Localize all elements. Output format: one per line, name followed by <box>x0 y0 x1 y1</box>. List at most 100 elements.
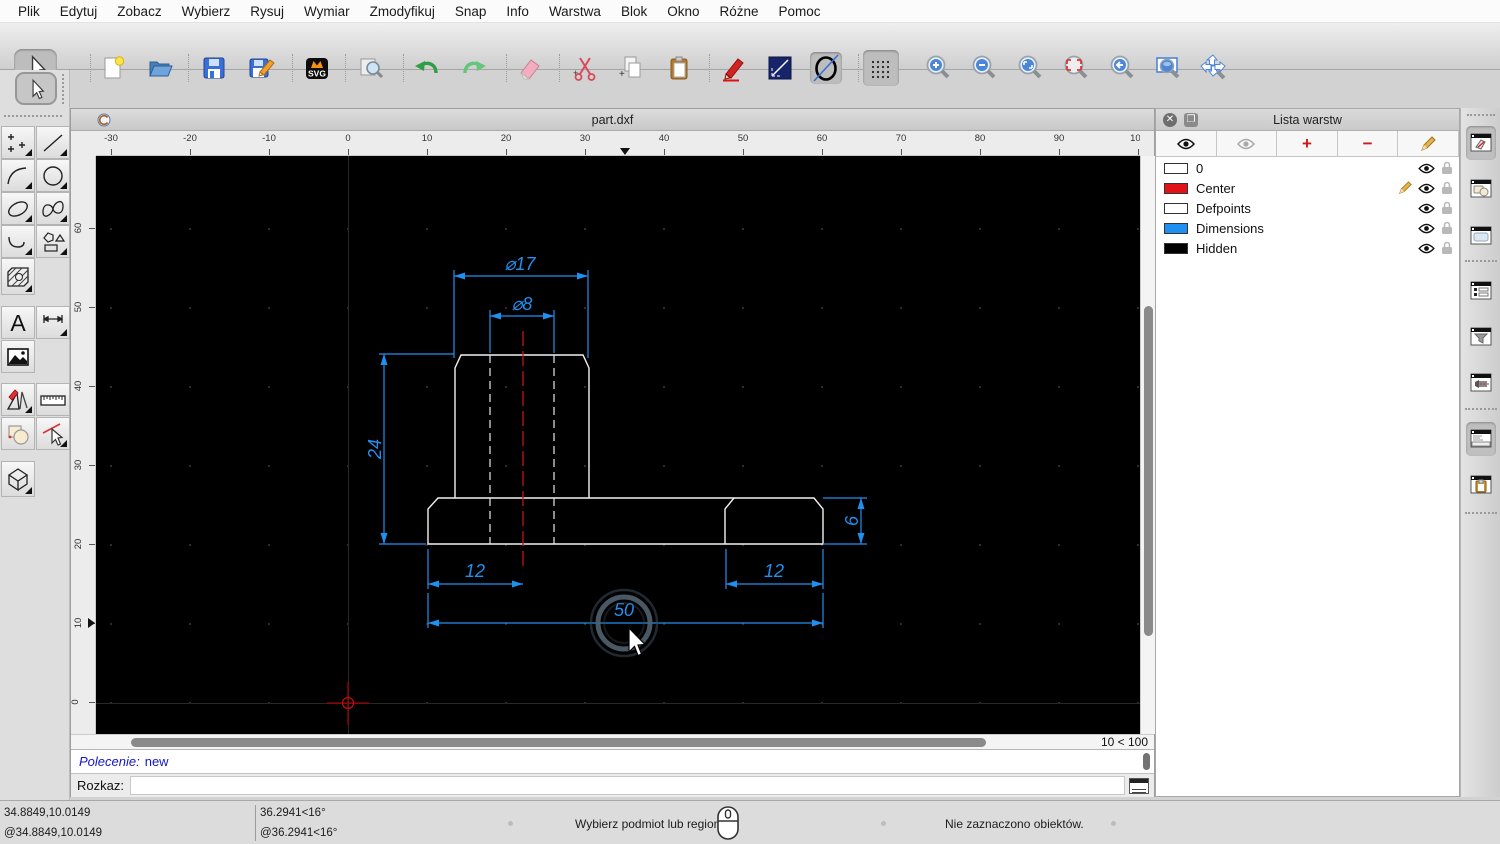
zoom-out-button[interactable] <box>968 52 1000 84</box>
circle-tool-button[interactable] <box>36 159 70 192</box>
zoom-in-button[interactable] <box>922 52 954 84</box>
zoom-redraw-button[interactable] <box>1060 52 1092 84</box>
layer-color-swatch[interactable] <box>1164 163 1188 174</box>
line-tool-button[interactable] <box>764 52 796 84</box>
delete-select-tool-button[interactable] <box>36 417 70 450</box>
layer-visible-icon[interactable] <box>1418 163 1435 174</box>
command-history-scrollbar[interactable] <box>1143 753 1150 770</box>
hide-all-layers-button[interactable] <box>1217 131 1278 157</box>
blocks-tool-button[interactable] <box>1 417 35 450</box>
polygon-tool-button[interactable] <box>36 225 70 258</box>
menu-edytuj[interactable]: Edytuj <box>50 0 108 23</box>
palette-handle[interactable] <box>4 115 62 117</box>
layer-row-defpoints[interactable]: Defpoints <box>1156 198 1459 218</box>
menu-snap[interactable]: Snap <box>445 0 497 23</box>
layer-row-center[interactable]: Center <box>1156 178 1459 198</box>
menu-warstwa[interactable]: Warstwa <box>539 0 611 23</box>
delete-button[interactable] <box>513 52 545 84</box>
undock-icon[interactable]: ❐ <box>1184 113 1198 127</box>
save-as-button[interactable] <box>245 52 277 84</box>
line-tool-button[interactable] <box>36 126 70 159</box>
layer-row-0[interactable]: 0 <box>1156 158 1459 178</box>
command-options-dock-button[interactable] <box>1466 274 1496 308</box>
open-file-button[interactable] <box>144 52 176 84</box>
polyline-tool-button[interactable] <box>1 225 35 258</box>
layer-visible-icon[interactable] <box>1418 183 1435 194</box>
layer-visible-icon[interactable] <box>1418 243 1435 254</box>
layer-visible-icon[interactable] <box>1418 223 1435 234</box>
dimension-tool-button[interactable] <box>36 306 70 339</box>
arc-tool-button[interactable] <box>1 159 35 192</box>
dock-handle[interactable] <box>1467 114 1495 116</box>
edit-layer-button[interactable] <box>1398 131 1459 157</box>
menu-wymiar[interactable]: Wymiar <box>294 0 360 23</box>
view3d-tool-button[interactable] <box>1 461 35 497</box>
pen-palette-dock-button[interactable] <box>1466 366 1496 400</box>
command-input[interactable] <box>130 776 1125 795</box>
layer-color-swatch[interactable] <box>1164 183 1188 194</box>
ellipse-tool-button[interactable] <box>810 52 842 84</box>
command-line-dock-button[interactable] <box>1466 422 1496 456</box>
layer-color-swatch[interactable] <box>1164 223 1188 234</box>
redo-button[interactable] <box>458 52 490 84</box>
layer-lock-icon[interactable] <box>1441 161 1453 175</box>
menu-rozne[interactable]: Różne <box>710 0 769 23</box>
print-preview-button[interactable] <box>355 52 387 84</box>
menu-pomoc[interactable]: Pomoc <box>769 0 831 23</box>
cut-button[interactable]: + <box>569 52 601 84</box>
clipboard-dock-button[interactable] <box>1466 468 1496 502</box>
zoom-previous-button[interactable] <box>1106 52 1138 84</box>
layer-row-hidden[interactable]: Hidden <box>1156 238 1459 258</box>
command-window-toggle-button[interactable] <box>1129 778 1149 794</box>
layer-list-dock-button[interactable] <box>1466 126 1496 160</box>
drawing-canvas[interactable]: ⌀17 ⌀8 24 6 12 12 50 <box>96 156 1140 734</box>
copy-button[interactable]: + <box>616 52 648 84</box>
vertical-scrollbar[interactable] <box>1140 156 1156 734</box>
image-tool-button[interactable] <box>1 340 35 373</box>
layer-lock-icon[interactable] <box>1441 181 1453 195</box>
layer-row-dimensions[interactable]: Dimensions <box>1156 218 1459 238</box>
paste-button[interactable] <box>663 52 695 84</box>
menu-wybierz[interactable]: Wybierz <box>172 0 241 23</box>
layer-visible-icon[interactable] <box>1418 203 1435 214</box>
zoom-pan-button[interactable] <box>1198 52 1230 84</box>
menu-zmodyfikuj[interactable]: Zmodyfikuj <box>360 0 445 23</box>
palette-select-button[interactable] <box>15 72 57 105</box>
modify-tool-button[interactable] <box>1 383 35 416</box>
pen-button[interactable] <box>717 52 749 84</box>
filter-dock-button[interactable] <box>1466 320 1496 354</box>
points-tool-button[interactable] <box>1 126 35 159</box>
text-tool-button[interactable]: A <box>1 306 35 339</box>
library-browser-dock-button[interactable] <box>1466 219 1496 253</box>
zoom-auto-button[interactable] <box>1014 52 1046 84</box>
layer-lock-icon[interactable] <box>1441 221 1453 235</box>
show-all-layers-button[interactable] <box>1156 131 1217 157</box>
vertical-scrollbar-thumb[interactable] <box>1144 306 1153 636</box>
horizontal-scrollbar-thumb[interactable] <box>131 738 986 747</box>
save-button[interactable] <box>198 52 230 84</box>
menu-blok[interactable]: Blok <box>611 0 657 23</box>
undo-button[interactable] <box>411 52 443 84</box>
ellipse-tool-button[interactable] <box>1 192 35 225</box>
zoom-window-button[interactable] <box>1152 52 1184 84</box>
menu-okno[interactable]: Okno <box>657 0 709 23</box>
menu-info[interactable]: Info <box>496 0 539 23</box>
remove-layer-button[interactable]: − <box>1338 131 1399 157</box>
layer-lock-icon[interactable] <box>1441 201 1453 215</box>
layer-lock-icon[interactable] <box>1441 241 1453 255</box>
grid-toggle-button[interactable] <box>863 50 899 86</box>
horizontal-scrollbar[interactable]: 10 < 100 <box>71 734 1154 749</box>
menu-rysuj[interactable]: Rysuj <box>240 0 294 23</box>
layer-color-swatch[interactable] <box>1164 243 1188 254</box>
add-layer-button[interactable]: + <box>1277 131 1338 157</box>
menu-zobacz[interactable]: Zobacz <box>107 0 171 23</box>
new-document-button[interactable] <box>97 52 129 84</box>
layer-color-swatch[interactable] <box>1164 203 1188 214</box>
svg-export-button[interactable]: SVG <box>301 52 333 84</box>
close-icon[interactable]: ✕ <box>1163 113 1177 127</box>
palette-handle[interactable] <box>62 74 64 104</box>
menu-plik[interactable]: Plik <box>8 0 50 23</box>
hatch-tool-button[interactable] <box>1 258 35 295</box>
spline-tool-button[interactable] <box>36 192 70 225</box>
document-titlebar[interactable]: part.dxf <box>71 109 1154 131</box>
